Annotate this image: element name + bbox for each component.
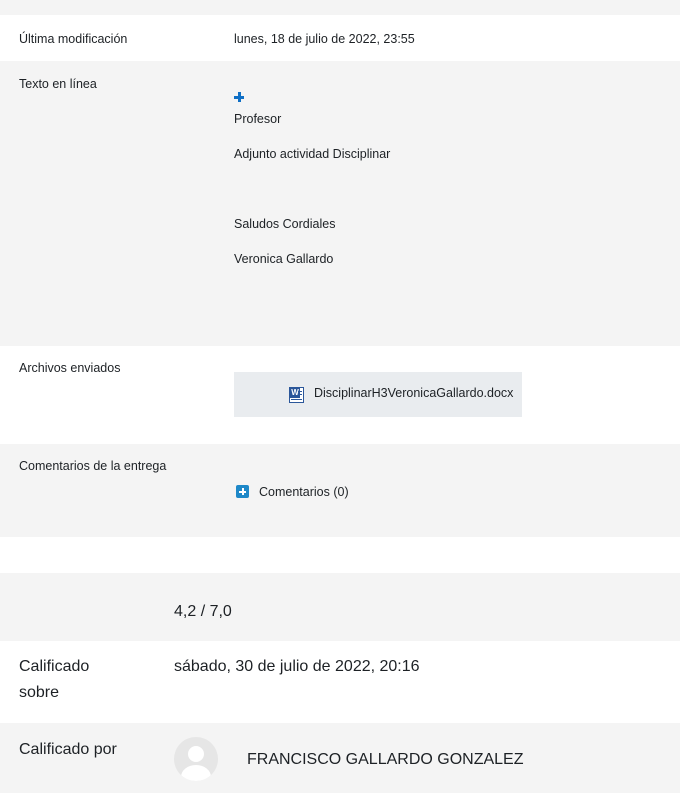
graded-on-label: sobre [19, 684, 60, 701]
grade-value: 4,2 / 7,0 [174, 603, 232, 620]
last-modified-value: lunes, 18 de julio de 2022, 23:55 [234, 32, 415, 46]
online-text-line: Saludos Cordiales [234, 217, 336, 231]
grader-name[interactable]: FRANCISCO GALLARDO GONZALEZ [247, 751, 524, 769]
top-divider-strip [0, 0, 680, 15]
graded-by-label: Calificado por [19, 741, 117, 758]
comments-link[interactable]: Comentarios (0) [259, 485, 349, 499]
online-text-line: Profesor [234, 112, 282, 126]
user-avatar-icon[interactable] [174, 737, 218, 781]
last-modified-row: Última modificación lunes, 18 de julio d… [0, 15, 680, 61]
online-text-label: Texto en línea [19, 77, 97, 91]
online-text-line: Veronica Gallardo [234, 252, 334, 266]
file-item: W DisciplinarH3VeronicaGallardo.docx [234, 372, 522, 417]
file-link[interactable]: DisciplinarH3VeronicaGallardo.docx [314, 386, 513, 400]
submitted-files-label: Archivos enviados [19, 361, 121, 375]
word-document-icon: W [289, 387, 304, 403]
online-text-row [0, 61, 680, 346]
plus-square-icon[interactable] [236, 485, 249, 498]
last-modified-label: Última modificación [19, 32, 128, 46]
plus-icon[interactable] [234, 92, 244, 102]
submission-comments-label: Comentarios de la entrega [19, 459, 167, 473]
graded-on-value: sábado, 30 de julio de 2022, 20:16 [174, 658, 420, 675]
online-text-line: Adjunto actividad Disciplinar [234, 147, 391, 161]
graded-on-row [0, 641, 680, 723]
graded-on-label: Calificado [19, 658, 90, 675]
grade-row [0, 573, 680, 641]
